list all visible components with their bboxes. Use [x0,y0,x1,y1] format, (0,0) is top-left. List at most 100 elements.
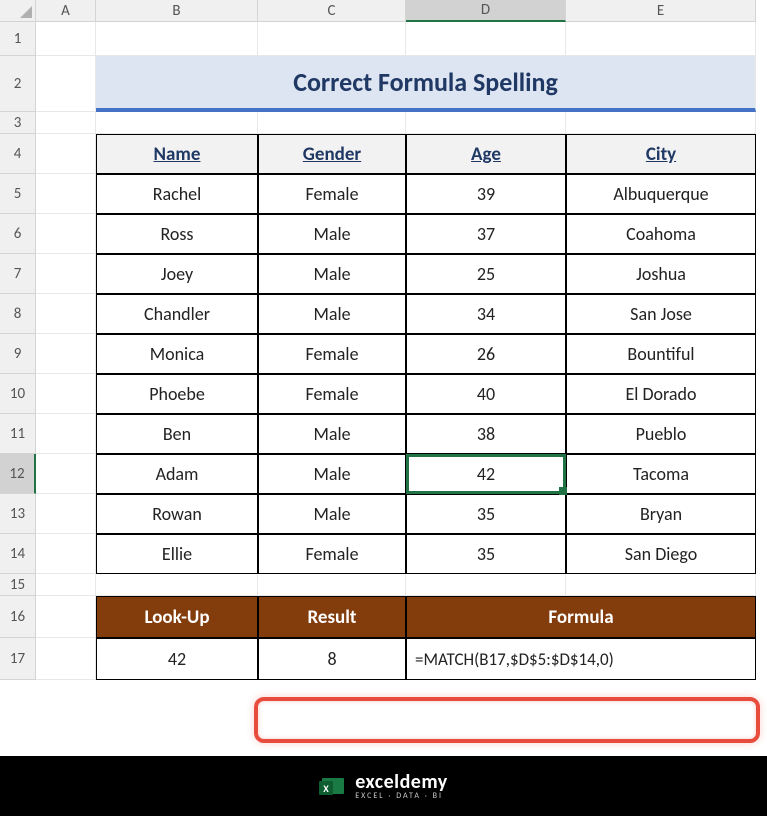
table-header-city: City [566,134,756,174]
table-cell[interactable]: 35 [406,534,566,574]
row-header-7[interactable]: 7 [0,254,36,294]
table-cell[interactable]: Joey [96,254,258,294]
select-all-corner[interactable] [0,0,36,22]
cell-B15[interactable] [96,574,258,596]
table-cell[interactable]: Joshua [566,254,756,294]
table-cell[interactable]: Ellie [96,534,258,574]
cell-A2[interactable] [36,56,96,112]
table-cell[interactable]: Ben [96,414,258,454]
cell-D1[interactable] [406,22,566,56]
table-cell[interactable]: Male [258,494,406,534]
col-header-B[interactable]: B [96,0,258,22]
cell-A9[interactable] [36,334,96,374]
cell-A6[interactable] [36,214,96,254]
cell-A10[interactable] [36,374,96,414]
cell-D3[interactable] [406,112,566,134]
table-cell[interactable]: Phoebe [96,374,258,414]
row-header-6[interactable]: 6 [0,214,36,254]
cell-A4[interactable] [36,134,96,174]
table-cell[interactable]: 26 [406,334,566,374]
table-cell[interactable]: Rachel [96,174,258,214]
table-cell[interactable]: Male [258,454,406,494]
table-cell[interactable]: Female [258,534,406,574]
col-header-A[interactable]: A [36,0,96,22]
row-header-10[interactable]: 10 [0,374,36,414]
cell-E3[interactable] [566,112,756,134]
cell-A16[interactable] [36,596,96,638]
table-cell[interactable]: Female [258,374,406,414]
table-cell[interactable]: 42 [406,454,566,494]
table-cell[interactable]: El Dorado [566,374,756,414]
cell-A13[interactable] [36,494,96,534]
cell-A15[interactable] [36,574,96,596]
cell-A17[interactable] [36,638,96,680]
table-cell[interactable]: Rowan [96,494,258,534]
cell-A7[interactable] [36,254,96,294]
cell-A11[interactable] [36,414,96,454]
table-cell[interactable]: 35 [406,494,566,534]
table-cell[interactable]: 37 [406,214,566,254]
row-header-3[interactable]: 3 [0,112,36,134]
cell-A3[interactable] [36,112,96,134]
cell-B1[interactable] [96,22,258,56]
table-cell[interactable]: Adam [96,454,258,494]
cell-C15[interactable] [258,574,406,596]
row-header-12[interactable]: 12 [0,454,36,494]
table-cell[interactable]: Male [258,294,406,334]
col-header-E[interactable]: E [566,0,756,22]
table-cell[interactable]: Male [258,214,406,254]
table-cell[interactable]: Tacoma [566,454,756,494]
table-cell[interactable]: Male [258,254,406,294]
cell-E1[interactable] [566,22,756,56]
table-cell[interactable]: Monica [96,334,258,374]
row-header-11[interactable]: 11 [0,414,36,454]
table-cell[interactable]: 34 [406,294,566,334]
cell-C3[interactable] [258,112,406,134]
cell-A8[interactable] [36,294,96,334]
row-header-9[interactable]: 9 [0,334,36,374]
table-cell[interactable]: Chandler [96,294,258,334]
cell-E15[interactable] [566,574,756,596]
cell-A1[interactable] [36,22,96,56]
row-header-14[interactable]: 14 [0,534,36,574]
lookup-result[interactable]: 8 [258,638,406,680]
table-cell[interactable]: Bryan [566,494,756,534]
table-cell[interactable]: San Diego [566,534,756,574]
table-cell[interactable]: Ross [96,214,258,254]
lookup-header-result: Result [258,596,406,638]
row-header-1[interactable]: 1 [0,22,36,56]
row-header-13[interactable]: 13 [0,494,36,534]
table-cell[interactable]: Albuquerque [566,174,756,214]
lookup-formula[interactable]: =MATCH(B17,$D$5:$D$14,0) [406,638,756,680]
lookup-value[interactable]: 42 [96,638,258,680]
cell-B3[interactable] [96,112,258,134]
row-header-15[interactable]: 15 [0,574,36,596]
table-cell[interactable]: 39 [406,174,566,214]
row-header-4[interactable]: 4 [0,134,36,174]
cell-C1[interactable] [258,22,406,56]
col-header-D[interactable]: D [406,0,566,22]
table-header-name: Name [96,134,258,174]
row-header-17[interactable]: 17 [0,638,36,680]
table-cell[interactable]: 40 [406,374,566,414]
col-header-C[interactable]: C [258,0,406,22]
row-header-2[interactable]: 2 [0,56,36,112]
table-cell[interactable]: 25 [406,254,566,294]
row-header-8[interactable]: 8 [0,294,36,334]
table-cell[interactable]: Bountiful [566,334,756,374]
cell-A5[interactable] [36,174,96,214]
cell-A12[interactable] [36,454,96,494]
row-header-16[interactable]: 16 [0,596,36,638]
highlight-box [254,697,760,743]
table-cell[interactable]: Pueblo [566,414,756,454]
row-header-5[interactable]: 5 [0,174,36,214]
table-header-gender: Gender [258,134,406,174]
table-cell[interactable]: Coahoma [566,214,756,254]
table-cell[interactable]: Female [258,334,406,374]
table-cell[interactable]: San Jose [566,294,756,334]
table-cell[interactable]: Male [258,414,406,454]
cell-A14[interactable] [36,534,96,574]
table-cell[interactable]: Female [258,174,406,214]
table-cell[interactable]: 38 [406,414,566,454]
cell-D15[interactable] [406,574,566,596]
